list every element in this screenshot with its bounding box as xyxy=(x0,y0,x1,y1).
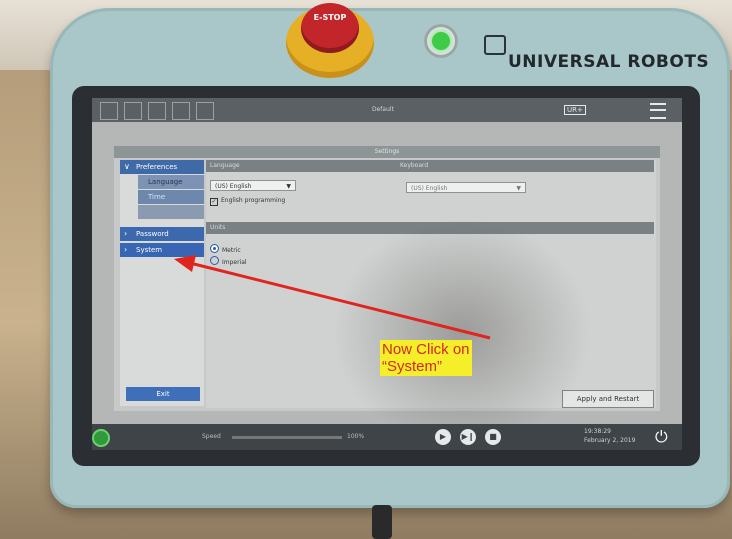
annotation-callout: Now Click on “System” xyxy=(380,340,472,376)
arrow-head-icon xyxy=(174,255,196,272)
pendant-cable xyxy=(372,505,392,539)
arrow-line xyxy=(185,260,491,340)
annotation-line-2: “System” xyxy=(382,358,442,375)
annotation-arrow xyxy=(174,255,491,340)
annotation-line-1: Now Click on xyxy=(382,341,470,358)
